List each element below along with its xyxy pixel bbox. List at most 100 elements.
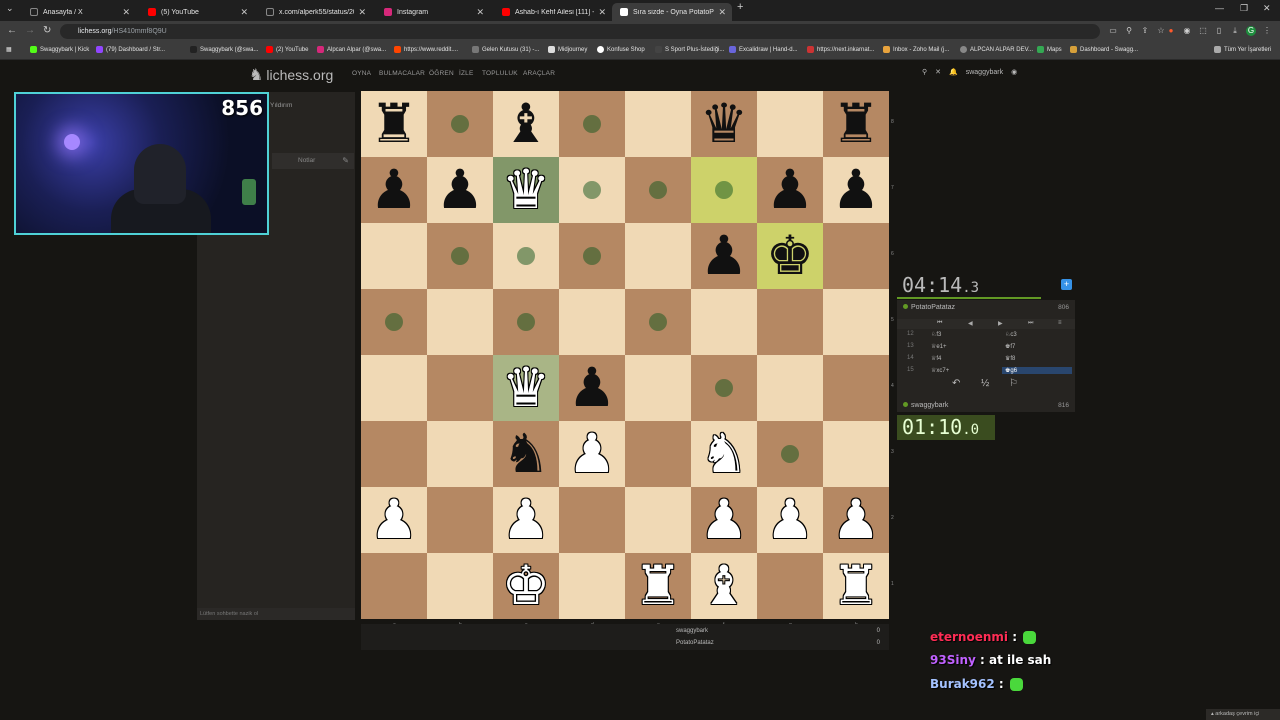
minimize-icon[interactable]: —: [1215, 3, 1224, 13]
white-pawn-icon[interactable]: ♟: [361, 487, 427, 553]
bookmark-item[interactable]: Maps: [1037, 46, 1062, 53]
square-d1[interactable]: d: [559, 553, 625, 628]
move-destination-dot[interactable]: [583, 181, 601, 199]
black-knight-icon[interactable]: ♞: [493, 421, 559, 487]
square-b1[interactable]: b: [427, 553, 493, 628]
white-move[interactable]: ♕xc7+: [931, 367, 949, 374]
nav-puzzles[interactable]: BULMACALAR: [379, 70, 425, 77]
square-d4[interactable]: ♟: [559, 355, 625, 421]
site-logo[interactable]: ♞ lichess.org: [249, 65, 333, 85]
square-g5[interactable]: [757, 289, 823, 355]
white-bishop-icon[interactable]: ♝: [691, 553, 757, 619]
back-icon[interactable]: ←: [7, 25, 17, 36]
move-destination-dot[interactable]: [583, 115, 601, 133]
square-c8[interactable]: ♝: [493, 91, 559, 157]
square-a2[interactable]: ♟: [361, 487, 427, 553]
zoom-icon[interactable]: ⚲: [1124, 26, 1134, 36]
black-pawn-icon[interactable]: ♟: [757, 157, 823, 223]
bookmark-item[interactable]: (79) Dashboard / Str...: [96, 46, 165, 53]
forward-icon[interactable]: →: [25, 25, 35, 36]
black-pawn-icon[interactable]: ♟: [823, 157, 889, 223]
nav-watch[interactable]: İZLE: [459, 70, 474, 77]
opponent-name[interactable]: PotatoPatataz: [911, 304, 955, 311]
square-c5[interactable]: [493, 289, 559, 355]
nav-community[interactable]: TOPLULUK: [482, 70, 518, 77]
add-time-icon[interactable]: +: [1061, 279, 1072, 290]
square-g3[interactable]: [757, 421, 823, 487]
square-e5[interactable]: [625, 289, 691, 355]
square-d7[interactable]: [559, 157, 625, 223]
white-knight-icon[interactable]: ♞: [691, 421, 757, 487]
bookmark-item[interactable]: Swaggybark | Kick: [30, 46, 89, 53]
move-destination-dot[interactable]: [517, 313, 535, 331]
close-icon[interactable]: ✕: [122, 7, 130, 18]
notification-bell-icon[interactable]: 🔔: [949, 68, 958, 76]
square-g2[interactable]: ♟: [757, 487, 823, 553]
download-icon[interactable]: ⤓: [1230, 26, 1240, 36]
square-h8[interactable]: ♜ 8: [823, 91, 894, 157]
square-b6[interactable]: [427, 223, 493, 289]
square-h6[interactable]: 6: [823, 223, 894, 289]
square-f3[interactable]: ♞: [691, 421, 757, 487]
white-rook-icon[interactable]: ♜: [625, 553, 691, 619]
friends-online-button[interactable]: ▴ arkadaş çevrim içi: [1206, 709, 1280, 720]
bookmark-item[interactable]: S Sport Plus-İstediği...: [655, 46, 724, 53]
square-h1[interactable]: ♜h1: [823, 553, 894, 628]
resign-flag-icon[interactable]: ⚐: [1009, 378, 1018, 389]
square-b7[interactable]: ♟: [427, 157, 493, 223]
square-a5[interactable]: [361, 289, 427, 355]
extension-icon[interactable]: ◉: [1182, 26, 1192, 36]
square-c6[interactable]: [493, 223, 559, 289]
crosstable-player[interactable]: PotatoPatataz: [676, 640, 714, 646]
white-pawn-icon[interactable]: ♟: [691, 487, 757, 553]
black-rook-icon[interactable]: ♜: [361, 91, 427, 157]
black-move[interactable]: ♚g6: [1002, 367, 1072, 374]
new-tab-button[interactable]: +: [737, 1, 743, 13]
profile-avatar[interactable]: G: [1246, 26, 1256, 36]
black-pawn-icon[interactable]: ♟: [559, 355, 625, 421]
square-c4[interactable]: ♛: [493, 355, 559, 421]
bookmark-item[interactable]: Alpcan Alpar (@swa...: [317, 46, 386, 53]
square-d2[interactable]: [559, 487, 625, 553]
crosstable-player[interactable]: swaggybark: [676, 628, 708, 634]
black-queen-icon[interactable]: ♛: [691, 91, 757, 157]
move-destination-dot[interactable]: [781, 445, 799, 463]
draw-offer-button[interactable]: ½: [981, 378, 989, 389]
square-f5[interactable]: [691, 289, 757, 355]
bookmark-item[interactable]: Konfuse Shop: [597, 46, 645, 53]
white-pawn-icon[interactable]: ♟: [493, 487, 559, 553]
bookmark-item[interactable]: Swaggybark (@swa...: [190, 46, 258, 53]
bookmark-item[interactable]: Midjourney: [548, 46, 587, 53]
apps-grid-icon[interactable]: ▦: [6, 46, 12, 53]
chat-input[interactable]: Lütfen sohbette nazik ol: [197, 608, 355, 620]
square-a1[interactable]: a: [361, 553, 427, 628]
url-field[interactable]: lichess.org/HS410mmf8Q9U: [60, 24, 1100, 39]
square-a8[interactable]: ♜: [361, 91, 427, 157]
square-f1[interactable]: ♝f: [691, 553, 757, 628]
black-pawn-icon[interactable]: ♟: [427, 157, 493, 223]
nav-learn[interactable]: ÖĞREN: [429, 70, 454, 77]
bookmark-item[interactable]: Inbox - Zoho Mail (j...: [883, 46, 949, 53]
square-h4[interactable]: 4: [823, 355, 894, 421]
white-queen-icon[interactable]: ♛: [493, 157, 559, 223]
white-pawn-icon[interactable]: ♟: [757, 487, 823, 553]
tab-search-icon[interactable]: ⌄: [6, 3, 14, 14]
maximize-icon[interactable]: ❐: [1240, 3, 1248, 14]
notes-tab[interactable]: Notlar ✎: [272, 153, 354, 169]
move-destination-dot[interactable]: [649, 313, 667, 331]
square-b3[interactable]: [427, 421, 493, 487]
search-icon[interactable]: ⚲: [922, 68, 927, 76]
bookmark-star-icon[interactable]: ☆: [1156, 26, 1166, 36]
tab-3[interactable]: Instagram ✕: [376, 3, 490, 21]
sidepanel-icon[interactable]: ▯: [1214, 26, 1224, 36]
bookmark-item[interactable]: Gelen Kutusu (31) -...: [472, 46, 539, 53]
close-icon[interactable]: ✕: [358, 7, 366, 18]
white-pawn-icon[interactable]: ♟: [559, 421, 625, 487]
square-e4[interactable]: [625, 355, 691, 421]
move-destination-dot[interactable]: [715, 181, 733, 199]
tab-0[interactable]: Anasayfa / X ✕: [22, 3, 136, 21]
square-d8[interactable]: [559, 91, 625, 157]
nav-play[interactable]: OYNA: [352, 70, 371, 77]
square-a7[interactable]: ♟: [361, 157, 427, 223]
square-a3[interactable]: [361, 421, 427, 487]
